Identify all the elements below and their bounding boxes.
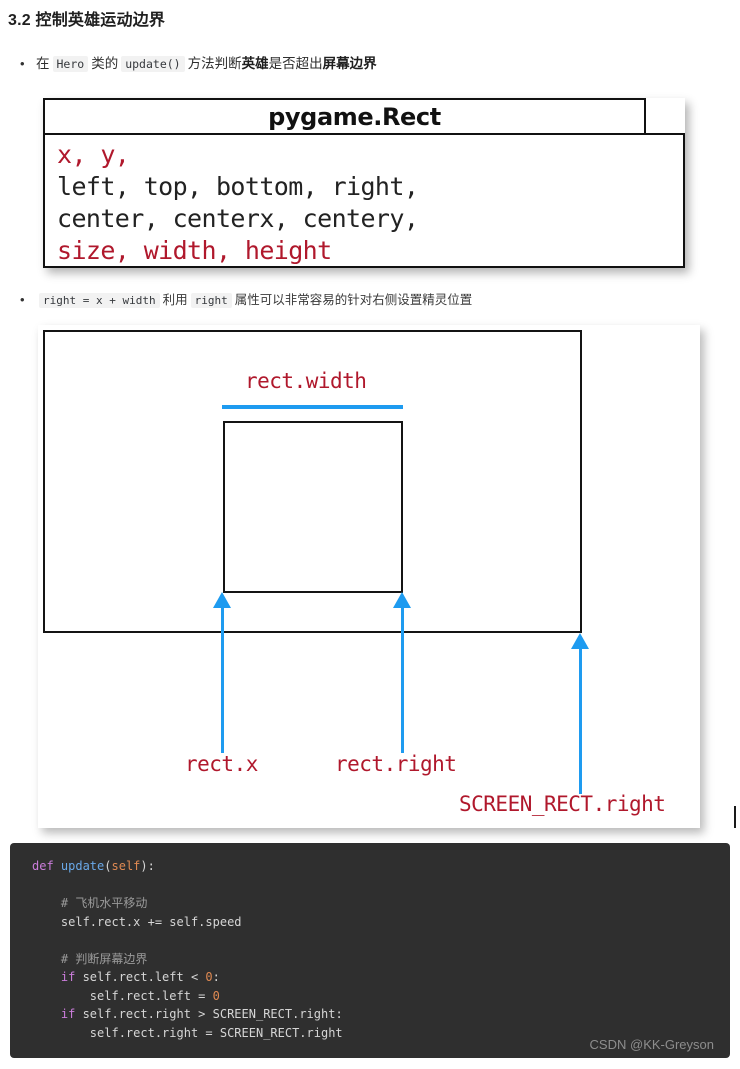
inline-code: update() — [121, 56, 185, 72]
code-line: # 飞机水平移动 — [32, 894, 730, 913]
code-token: self.rect.right > SCREEN_RECT.right: — [75, 1007, 343, 1021]
code-token: : — [212, 970, 220, 984]
text-cursor-mark — [734, 806, 736, 828]
bullet-2-content: right = x + width 利用 right 属性可以非常容易的针对右侧设置精… — [36, 289, 472, 308]
sprite-rect — [223, 421, 403, 593]
code-lines: def update(self): # 飞机水平移动 self.rect.x +… — [32, 857, 730, 1042]
code-line: if self.rect.right > SCREEN_RECT.right: — [32, 1005, 730, 1024]
pygame-rect-title-row: pygame.Rect — [43, 98, 646, 135]
bullet-text: 是否超出 — [268, 56, 323, 71]
code-token: self — [111, 859, 141, 873]
code-line: def update(self): — [32, 857, 730, 876]
bullet-text: 类的 — [91, 56, 119, 71]
inline-code: Hero — [52, 56, 89, 72]
code-token: if — [60, 1007, 76, 1021]
rect-attr-line-1: x, y, — [57, 140, 130, 169]
inline-code: right — [190, 293, 232, 308]
watermark: CSDN @KK-Greyson — [589, 1037, 714, 1052]
code-token: ( — [104, 859, 112, 873]
code-token: self.rect.x += self.speed — [32, 914, 242, 929]
rect-attr-line-3: center, centerx, centery, — [57, 204, 419, 233]
label-rect-width: rect.width — [245, 369, 367, 393]
bullet-text: 属性可以非常容易的针对右侧设置精灵位置 — [234, 293, 473, 307]
bullet-marker — [20, 57, 36, 70]
label-screen-rect-right: SCREEN_RECT.right — [459, 792, 666, 816]
pygame-rect-figure: pygame.Rect x, y, left, top, bottom, rig… — [43, 98, 685, 268]
emphasis-text: 屏幕边界 — [322, 56, 377, 71]
bullet-item-1: 在Hero类的update()方法判断英雄是否超出屏幕边界 — [20, 52, 377, 72]
code-line: if self.rect.left < 0: — [32, 968, 730, 987]
code-token: self.rect.left < — [75, 970, 206, 984]
label-rect-x: rect.x — [185, 752, 258, 776]
code-token: update — [60, 859, 105, 873]
rect-boundary-diagram: rect.width rect.x rect.right SCREEN_RECT… — [38, 325, 700, 828]
rect-attr-line-2: left, top, bottom, right, — [57, 172, 419, 201]
bullet-item-2: right = x + width利用right属性可以非常容易的针对右侧设置精… — [20, 289, 472, 308]
code-token: ): — [140, 859, 155, 873]
bullet-text: 方法判断 — [187, 56, 242, 71]
code-token: # 飞机水平移动 — [32, 896, 148, 910]
width-measure-line — [222, 405, 403, 409]
code-token: 0 — [212, 988, 220, 1003]
bullet-text: 利用 — [162, 293, 188, 307]
code-line: self.rect.left = 0 — [32, 987, 730, 1006]
code-token: self.rect.right = SCREEN_RECT.right — [32, 1025, 343, 1040]
code-line: self.rect.x += self.speed — [32, 913, 730, 932]
code-token: if — [60, 970, 76, 984]
code-token: self.rect.left = — [32, 988, 213, 1003]
inline-code: right = x + width — [39, 293, 160, 308]
pygame-rect-attribute-list: x, y, left, top, bottom, right, center, … — [43, 133, 685, 268]
code-token: def — [32, 859, 61, 873]
bullet-marker — [20, 293, 36, 306]
article-page: 3.2 控制英雄运动边界 在Hero类的update()方法判断英雄是否超出屏幕… — [0, 0, 740, 1069]
rect-attr-line-4: size, width, height — [57, 236, 332, 265]
code-token: # 判断屏幕边界 — [32, 951, 148, 966]
emphasis-text: 英雄 — [241, 56, 269, 71]
code-block[interactable]: def update(self): # 飞机水平移动 self.rect.x +… — [10, 843, 730, 1058]
code-token: 0 — [205, 970, 213, 984]
pygame-rect-title: pygame.Rect — [268, 102, 441, 131]
label-rect-right: rect.right — [335, 752, 457, 776]
page-title: 3.2 控制英雄运动边界 — [8, 12, 166, 29]
bullet-1-content: 在 Hero 类的 update() 方法判断英雄是否超出屏幕边界 — [36, 52, 377, 72]
bullet-text: 在 — [36, 56, 50, 71]
code-line: # 判断屏幕边界 — [32, 950, 730, 969]
